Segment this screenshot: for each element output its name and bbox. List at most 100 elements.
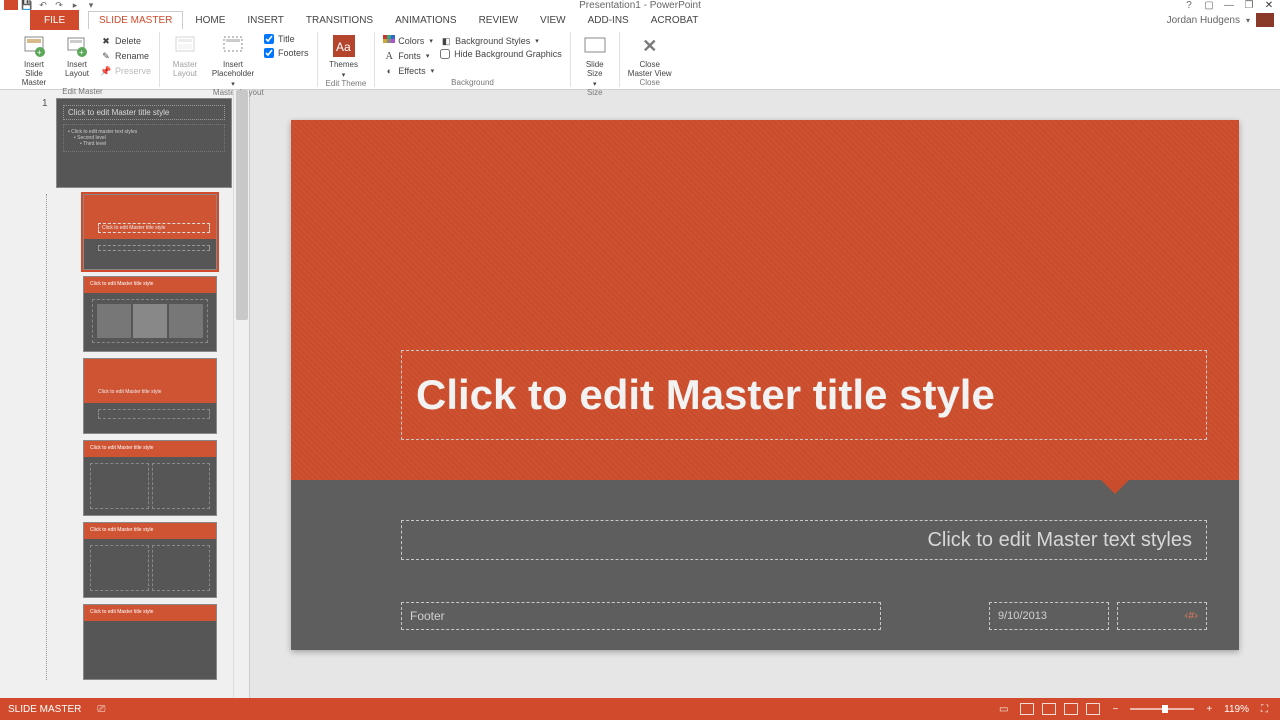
thumbnail-panel: 1 Click to edit Master title style • Cli… (0, 90, 250, 698)
ribbon-group-master-layout: Master Layout Insert Placeholder ▾ Title… (160, 32, 318, 87)
master-thumb-body: • Click to edit master text styles • Sec… (63, 124, 225, 152)
workspace: 1 Click to edit Master title style • Cli… (0, 90, 1280, 698)
slide-size-button[interactable]: Slide Size ▾ (579, 34, 611, 88)
colors-icon (383, 35, 395, 47)
insert-slide-master-icon: + (22, 34, 46, 58)
svg-text:Aa: Aa (336, 40, 351, 54)
zoom-level[interactable]: 119% (1224, 704, 1249, 715)
date-placeholder[interactable]: 9/10/2013 (989, 602, 1109, 630)
status-bar: SLIDE MASTER ⎚ ▭ − + 119% ⛶ (0, 698, 1280, 720)
normal-view-icon[interactable] (1020, 703, 1034, 715)
footers-checkbox[interactable]: Footers (264, 48, 309, 58)
tab-insert[interactable]: INSERT (237, 12, 294, 29)
reading-view-icon[interactable] (1064, 703, 1078, 715)
status-language-icon[interactable]: ⎚ (93, 702, 109, 717)
tab-transitions[interactable]: TRANSITIONS (296, 12, 383, 29)
slide-number-placeholder[interactable]: ‹#› (1117, 602, 1207, 630)
layout-thumbnail-2[interactable]: Click to edit Master title style (83, 276, 217, 352)
insert-placeholder-icon (221, 34, 245, 58)
layout-tree: Click to edit Master title style Click t… (46, 194, 227, 680)
ribbon: + Insert Slide Master + Insert Layout ✖D… (0, 30, 1280, 90)
rename-button[interactable]: ✎Rename (100, 49, 151, 63)
master-number: 1 (42, 98, 48, 109)
master-layout-button: Master Layout (168, 34, 202, 78)
ribbon-group-edit-theme: Aa Themes ▾ Edit Theme (318, 32, 376, 87)
delete-icon: ✖ (100, 35, 112, 47)
footer-placeholder[interactable]: Footer (401, 602, 881, 630)
svg-text:+: + (79, 48, 84, 57)
title-placeholder[interactable]: Click to edit Master title style (401, 350, 1207, 440)
user-name[interactable]: Jordan Hudgens (1167, 15, 1240, 26)
tab-review[interactable]: REVIEW (469, 12, 528, 29)
notes-button[interactable]: ▭ (995, 702, 1012, 717)
fonts-button[interactable]: AFonts▾ (383, 49, 434, 63)
slide-canvas-area[interactable]: ↖ Click to edit Master title style Click… (250, 90, 1280, 698)
ribbon-group-edit-master: + Insert Slide Master + Insert Layout ✖D… (6, 32, 160, 87)
tab-acrobat[interactable]: ACROBAT (641, 12, 709, 29)
hide-bg-checkbox[interactable]: Hide Background Graphics (440, 49, 562, 59)
slideshow-view-icon[interactable] (1086, 703, 1100, 715)
rename-icon: ✎ (100, 50, 112, 62)
background-styles-button[interactable]: ◧Background Styles▾ (440, 34, 562, 48)
fonts-icon: A (383, 50, 395, 62)
colors-button[interactable]: Colors▾ (383, 34, 434, 48)
master-thumbnail[interactable]: Click to edit Master title style • Click… (56, 98, 232, 188)
chevron-down-icon: ▾ (231, 80, 235, 88)
insert-layout-button[interactable]: + Insert Layout (60, 34, 94, 78)
themes-button[interactable]: Aa Themes ▾ (326, 34, 362, 79)
effects-icon: ◐ (383, 65, 395, 77)
tab-file[interactable]: FILE (30, 10, 79, 30)
themes-icon: Aa (332, 34, 356, 58)
insert-placeholder-button[interactable]: Insert Placeholder ▾ (208, 34, 258, 88)
fit-to-window-icon[interactable]: ⛶ (1257, 702, 1272, 717)
background-group-label: Background (383, 78, 561, 87)
effects-button[interactable]: ◐Effects▾ (383, 64, 434, 78)
user-menu-chevron-icon[interactable]: ▾ (1246, 16, 1250, 25)
tab-slide-master[interactable]: SLIDE MASTER (88, 11, 183, 29)
close-icon: ✕ (638, 34, 662, 58)
status-mode: SLIDE MASTER (8, 704, 81, 715)
document-title: Presentation1 - PowerPoint (579, 0, 701, 11)
layout-thumbnail-1[interactable]: Click to edit Master title style (83, 194, 217, 270)
sorter-view-icon[interactable] (1042, 703, 1056, 715)
preserve-button: 📌Preserve (100, 64, 151, 78)
ribbon-tab-row: FILE SLIDE MASTER HOME INSERT TRANSITION… (0, 10, 1280, 30)
layout-thumbnail-6[interactable]: Click to edit Master title style (83, 604, 217, 680)
subtitle-placeholder[interactable]: Click to edit Master text styles (401, 520, 1207, 560)
master-thumb-title: Click to edit Master title style (63, 105, 225, 120)
edit-theme-group-label: Edit Theme (326, 79, 367, 88)
ribbon-group-size: Slide Size ▾ Size (571, 32, 620, 87)
tab-view[interactable]: VIEW (530, 12, 576, 29)
close-master-view-button[interactable]: ✕ Close Master View (628, 34, 672, 78)
user-avatar[interactable] (1256, 13, 1274, 27)
master-layout-icon (173, 34, 197, 58)
ribbon-group-background: Colors▾ AFonts▾ ◐Effects▾ ◧Background St… (375, 32, 570, 87)
insert-slide-master-button[interactable]: + Insert Slide Master (14, 34, 54, 87)
chevron-down-icon: ▾ (342, 71, 346, 79)
svg-text:+: + (37, 48, 42, 57)
preserve-icon: 📌 (100, 65, 112, 77)
tab-home[interactable]: HOME (185, 12, 235, 29)
layout-thumbnail-3[interactable]: Click to edit Master title style (83, 358, 217, 434)
close-group-label: Close (628, 78, 672, 87)
layout-thumbnail-4[interactable]: Click to edit Master title style (83, 440, 217, 516)
tab-animations[interactable]: ANIMATIONS (385, 12, 466, 29)
ribbon-group-close: ✕ Close Master View Close (620, 32, 680, 87)
title-checkbox[interactable]: Title (264, 34, 309, 44)
zoom-slider[interactable] (1130, 708, 1194, 710)
slide-size-icon (583, 34, 607, 58)
zoom-in-button[interactable]: + (1202, 702, 1216, 717)
bg-styles-icon: ◧ (440, 35, 452, 47)
tab-addins[interactable]: ADD-INS (578, 12, 639, 29)
zoom-out-button[interactable]: − (1108, 702, 1122, 717)
insert-layout-label: Insert Layout (60, 60, 94, 78)
layout-thumbnail-5[interactable]: Click to edit Master title style (83, 522, 217, 598)
slide[interactable]: Click to edit Master title style Click t… (291, 120, 1239, 650)
insert-layout-icon: + (65, 34, 89, 58)
user-area: Jordan Hudgens ▾ (1167, 13, 1274, 27)
thumbnail-list[interactable]: 1 Click to edit Master title style • Cli… (0, 90, 233, 698)
scrollbar-thumb[interactable] (236, 90, 248, 320)
delete-button[interactable]: ✖Delete (100, 34, 151, 48)
thumbnail-scrollbar[interactable] (233, 90, 249, 698)
insert-slide-master-label: Insert Slide Master (14, 60, 54, 87)
